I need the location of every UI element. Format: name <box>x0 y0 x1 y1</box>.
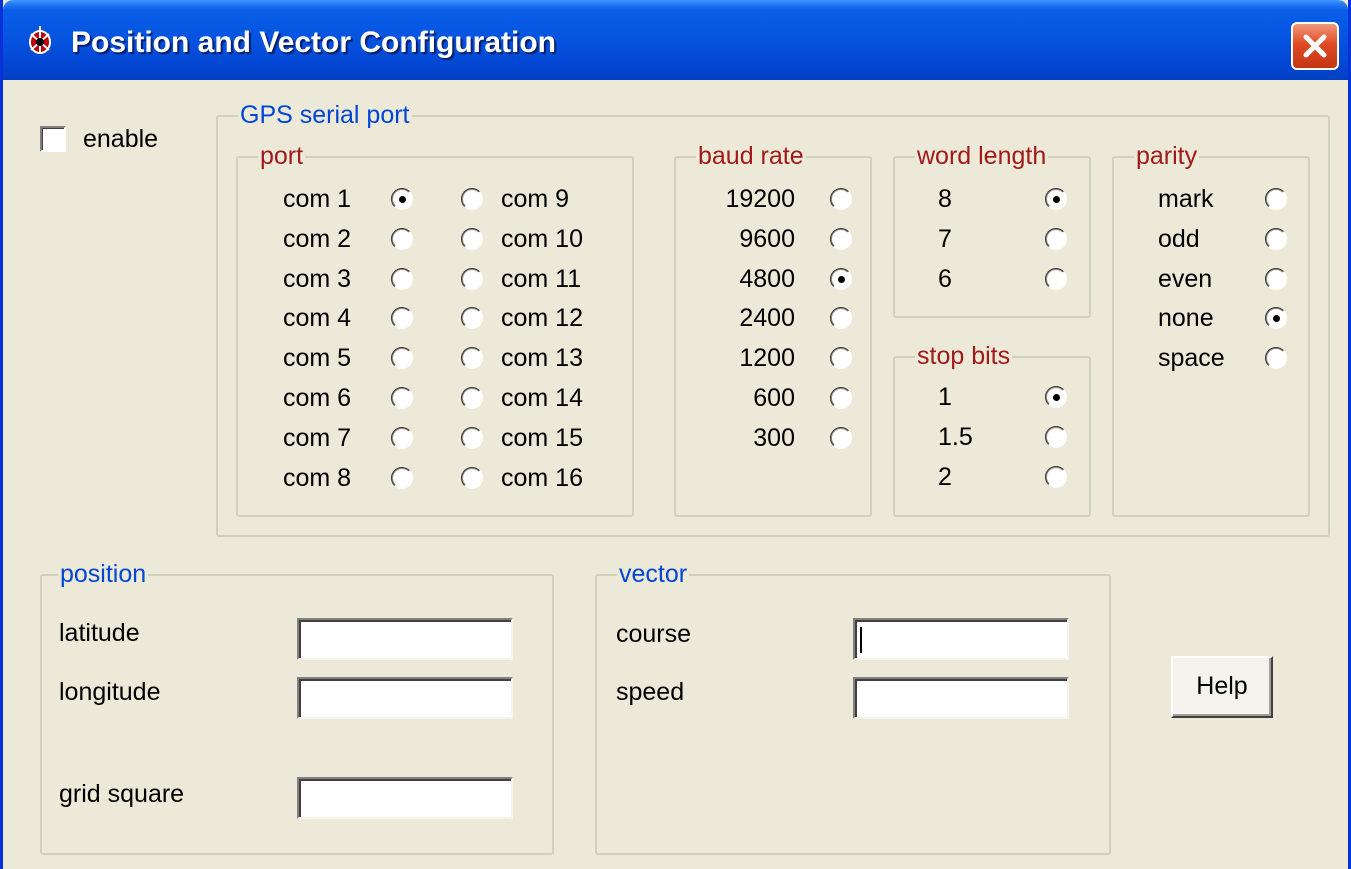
baud-rate-radio[interactable] <box>830 387 852 409</box>
port-option-label: com 7 <box>283 423 352 452</box>
port-option-label: com 6 <box>283 384 352 412</box>
port-radio[interactable] <box>391 227 413 250</box>
window-title: Position and Vector Configuration <box>71 26 557 59</box>
word-length-option-label: 7 <box>938 224 952 253</box>
gps-group-title: GPS serial port <box>238 100 412 130</box>
baud-rate-option-label: 4800 <box>739 264 795 293</box>
baud-rate-radio[interactable] <box>830 227 852 250</box>
longitude-input[interactable] <box>299 679 511 717</box>
latitude-field[interactable] <box>297 618 513 660</box>
longitude-field[interactable] <box>297 677 513 719</box>
latitude-input[interactable] <box>299 620 511 658</box>
grid-square-label: grid square <box>59 780 185 808</box>
baud-rate-option-label: 2400 <box>739 304 795 333</box>
baud-rate-title: baud rate <box>696 141 806 171</box>
port-group-title: port <box>258 141 306 171</box>
latitude-label: latitude <box>59 619 140 647</box>
baud-rate-radio[interactable] <box>830 426 852 449</box>
baud-rate-option-label: 1200 <box>739 344 795 373</box>
port-radio[interactable] <box>461 426 483 449</box>
course-field[interactable] <box>853 618 1069 660</box>
course-input[interactable] <box>855 620 1067 658</box>
port-option-label: com 10 <box>501 224 583 253</box>
port-option-label: com 9 <box>501 185 570 213</box>
baud-rate-radio[interactable] <box>830 188 852 210</box>
grid-square-field[interactable] <box>297 777 513 819</box>
parity-title: parity <box>1134 141 1200 171</box>
baud-rate-option-label: 300 <box>753 423 795 452</box>
parity-option-label: mark <box>1158 185 1214 213</box>
word-length-radio[interactable] <box>1045 267 1067 290</box>
word-length-option-label: 8 <box>938 185 952 213</box>
port-option-label: com 5 <box>283 344 352 373</box>
title-bar[interactable]: Position and Vector Configuration <box>3 0 1348 80</box>
enable-label: enable <box>83 125 159 153</box>
word-length-radio[interactable] <box>1045 227 1067 250</box>
baud-rate-radio[interactable] <box>830 267 852 290</box>
port-option-label: com 15 <box>501 423 583 452</box>
port-option-label: com 14 <box>501 384 583 412</box>
stop-bits-radio[interactable] <box>1045 465 1067 488</box>
stop-bits-title: stop bits <box>915 341 1013 371</box>
word-length-title: word length <box>915 141 1049 171</box>
close-button[interactable] <box>1291 22 1339 70</box>
port-radio[interactable] <box>461 188 483 210</box>
baud-rate-option-label: 600 <box>753 384 795 412</box>
text-caret <box>860 627 862 653</box>
port-option-label: com 3 <box>283 264 352 293</box>
port-radio[interactable] <box>461 267 483 290</box>
course-label: course <box>616 620 692 648</box>
port-radio[interactable] <box>391 188 413 210</box>
port-radio[interactable] <box>461 466 483 489</box>
port-option-label: com 2 <box>283 224 352 253</box>
port-option-label: com 1 <box>283 185 352 213</box>
port-radio[interactable] <box>391 387 413 409</box>
grid-square-input[interactable] <box>299 779 511 817</box>
app-icon <box>29 26 51 54</box>
longitude-label: longitude <box>59 678 161 706</box>
parity-option-label: even <box>1158 264 1213 293</box>
port-option-label: com 13 <box>501 344 583 373</box>
parity-option-label: space <box>1158 344 1225 373</box>
parity-option-label: none <box>1158 304 1214 333</box>
parity-radio[interactable] <box>1265 188 1287 210</box>
port-radio[interactable] <box>391 466 413 489</box>
speed-label: speed <box>616 678 685 706</box>
parity-radio[interactable] <box>1265 227 1287 250</box>
port-radio[interactable] <box>391 426 413 449</box>
stop-bits-option-label: 1.5 <box>938 422 973 451</box>
dialog-window: Position and Vector Configuration enable… <box>0 0 1351 869</box>
vector-group-title: vector <box>617 559 690 589</box>
stop-bits-option-label: 2 <box>938 462 952 491</box>
speed-input[interactable] <box>855 679 1067 717</box>
port-radio[interactable] <box>391 267 413 290</box>
stop-bits-radio[interactable] <box>1045 425 1067 448</box>
close-icon <box>1303 34 1327 58</box>
word-length-option-label: 6 <box>938 264 952 293</box>
help-button[interactable]: Help <box>1171 656 1273 718</box>
stop-bits-option-label: 1 <box>938 383 952 411</box>
port-radio[interactable] <box>461 387 483 409</box>
baud-rate-option-label: 9600 <box>739 224 795 253</box>
port-option-label: com 16 <box>501 463 583 492</box>
port-option-label: com 4 <box>283 304 352 333</box>
parity-radio[interactable] <box>1265 267 1287 290</box>
enable-checkbox[interactable] <box>40 126 66 152</box>
parity-option-label: odd <box>1158 224 1200 253</box>
stop-bits-radio[interactable] <box>1045 386 1067 408</box>
port-option-label: com 12 <box>501 304 583 333</box>
speed-field[interactable] <box>853 677 1069 719</box>
baud-rate-option-label: 19200 <box>725 185 795 213</box>
port-option-label: com 11 <box>501 264 582 293</box>
position-group-title: position <box>58 559 149 589</box>
word-length-radio[interactable] <box>1045 188 1067 210</box>
port-radio[interactable] <box>461 227 483 250</box>
port-option-label: com 8 <box>283 463 352 492</box>
